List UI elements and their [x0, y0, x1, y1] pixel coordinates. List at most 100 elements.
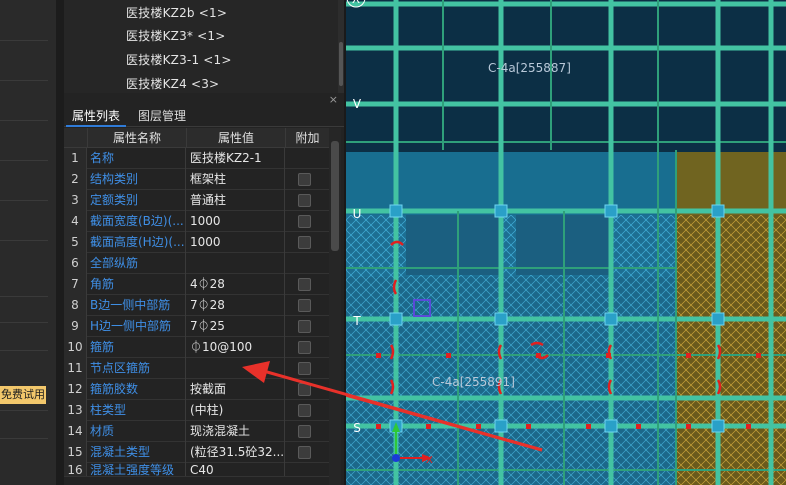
- table-row[interactable]: 4 截面宽度(B边)(... 1000: [64, 211, 329, 232]
- component-tree: 医技楼KZ2b <1> 医技楼KZ3* <1> 医技楼KZ3-1 <1> 医技楼…: [64, 0, 344, 93]
- extra-checkbox[interactable]: [298, 173, 311, 186]
- free-trial-button[interactable]: 免费试用: [0, 386, 46, 404]
- row-number: 12: [64, 379, 87, 400]
- tree-item[interactable]: 医技楼KZ3-1 <1>: [126, 51, 232, 68]
- row-number: 2: [64, 169, 87, 190]
- property-panel: × 属性列表 图层管理 属性名称 属性值 附加 1 名称 医技楼KZ2-1 2 …: [64, 93, 344, 485]
- property-value[interactable]: 7⏀28: [187, 295, 285, 316]
- property-value[interactable]: 7⏀25: [187, 316, 285, 337]
- row-number: 4: [64, 211, 87, 232]
- property-value[interactable]: 现浇混凝土: [187, 421, 285, 442]
- row-number: 8: [64, 295, 87, 316]
- property-table-header: 属性名称 属性值 附加: [64, 128, 329, 148]
- room-region: [406, 215, 501, 275]
- property-value[interactable]: 医技楼KZ2-1: [187, 148, 285, 169]
- splitter[interactable]: [56, 0, 64, 485]
- property-value[interactable]: 按截面: [187, 379, 285, 400]
- property-name: 柱类型: [88, 400, 186, 421]
- left-toolbar-strip: 免费试用: [0, 0, 56, 485]
- table-row[interactable]: 3 定额类别 普通柱: [64, 190, 329, 211]
- property-value[interactable]: [187, 358, 285, 379]
- table-row[interactable]: 7 角筋 4⏀28: [64, 274, 329, 295]
- tree-item[interactable]: 医技楼KZ2b <1>: [126, 4, 227, 21]
- table-row[interactable]: 10 箍筋 ⏀10@100: [64, 337, 329, 358]
- row-number: 3: [64, 190, 87, 211]
- extra-checkbox[interactable]: [298, 404, 311, 417]
- extra-checkbox[interactable]: [298, 215, 311, 228]
- table-row[interactable]: 6 全部纵筋: [64, 253, 329, 274]
- property-name: 截面高度(H边)(...: [88, 232, 186, 253]
- table-row[interactable]: 8 B边一侧中部筋 7⏀28: [64, 295, 329, 316]
- table-row[interactable]: 12 箍筋胶数 按截面: [64, 379, 329, 400]
- row-number: 6: [64, 253, 87, 274]
- extra-checkbox[interactable]: [298, 236, 311, 249]
- divider: [0, 296, 48, 297]
- row-number: 11: [64, 358, 87, 379]
- divider: [0, 438, 48, 439]
- property-name: 角筋: [88, 274, 186, 295]
- extra-checkbox[interactable]: [298, 362, 311, 375]
- divider: [0, 200, 48, 201]
- row-number: 13: [64, 400, 87, 421]
- row-number: 14: [64, 421, 87, 442]
- property-value[interactable]: 4⏀28: [187, 274, 285, 295]
- panel-tabs: 属性列表 图层管理: [64, 105, 344, 127]
- property-name: 结构类别: [88, 169, 186, 190]
- extra-checkbox[interactable]: [298, 425, 311, 438]
- property-value[interactable]: 普通柱: [187, 190, 285, 211]
- tree-scrollbar-thumb[interactable]: [339, 42, 343, 86]
- property-value[interactable]: 1000: [187, 232, 285, 253]
- table-row[interactable]: 11 节点区箍筋: [64, 358, 329, 379]
- divider: [0, 240, 48, 241]
- element-label: C-4a[255891]: [432, 375, 515, 389]
- divider: [0, 120, 48, 121]
- extra-checkbox[interactable]: [298, 320, 311, 333]
- property-name: 材质: [88, 421, 186, 442]
- divider: [0, 160, 48, 161]
- axis-label-u: U: [353, 207, 362, 221]
- tree-item[interactable]: 医技楼KZ4 <3>: [126, 75, 219, 92]
- cad-viewport[interactable]: X V U T S C-4a[255887] C-4a[255891] X: [346, 0, 786, 485]
- property-value[interactable]: (粒径31.5砼32...: [187, 442, 285, 463]
- property-name: 定额类别: [88, 190, 186, 211]
- table-row[interactable]: 2 结构类别 框架柱: [64, 169, 329, 190]
- panel-scrollbar-thumb[interactable]: [331, 141, 339, 251]
- divider: [0, 350, 48, 351]
- table-row[interactable]: 1 名称 医技楼KZ2-1: [64, 148, 329, 169]
- table-row[interactable]: 16 混凝土强度等级 C40: [64, 463, 329, 477]
- row-number: 9: [64, 316, 87, 337]
- row-number: 1: [64, 148, 87, 169]
- property-value[interactable]: C40: [187, 463, 285, 476]
- row-number: 5: [64, 232, 87, 253]
- extra-checkbox[interactable]: [298, 341, 311, 354]
- axis-label-t: T: [352, 314, 361, 328]
- extra-checkbox[interactable]: [298, 446, 311, 459]
- property-value[interactable]: ⏀10@100: [187, 337, 285, 358]
- axis-label-v: V: [353, 97, 362, 111]
- extra-checkbox[interactable]: [298, 383, 311, 396]
- property-value[interactable]: (中柱): [187, 400, 285, 421]
- extra-checkbox[interactable]: [298, 194, 311, 207]
- header-num: [64, 128, 88, 148]
- table-row[interactable]: 14 材质 现浇混凝土: [64, 421, 329, 442]
- header-extra: 附加: [295, 131, 320, 145]
- property-name: 截面宽度(B边)(...: [88, 211, 186, 232]
- axis-label-x-top: X: [352, 0, 360, 6]
- tree-item[interactable]: 医技楼KZ3* <1>: [126, 27, 225, 44]
- table-row[interactable]: 5 截面高度(H边)(... 1000: [64, 232, 329, 253]
- divider: [0, 410, 48, 411]
- header-name: 属性名称: [88, 128, 187, 148]
- table-row[interactable]: 15 混凝土类型 (粒径31.5砼32...: [64, 442, 329, 463]
- extra-checkbox[interactable]: [298, 278, 311, 291]
- property-name: 全部纵筋: [88, 253, 186, 274]
- table-row[interactable]: 13 柱类型 (中柱): [64, 400, 329, 421]
- property-value[interactable]: 框架柱: [187, 169, 285, 190]
- row-number: 10: [64, 337, 87, 358]
- tab-layer-management[interactable]: 图层管理: [132, 105, 192, 127]
- tab-property-list[interactable]: 属性列表: [66, 105, 127, 127]
- row-number: 7: [64, 274, 87, 295]
- property-value[interactable]: 1000: [187, 211, 285, 232]
- property-value[interactable]: [187, 253, 285, 274]
- extra-checkbox[interactable]: [298, 299, 311, 312]
- table-row[interactable]: 9 H边一侧中部筋 7⏀25: [64, 316, 329, 337]
